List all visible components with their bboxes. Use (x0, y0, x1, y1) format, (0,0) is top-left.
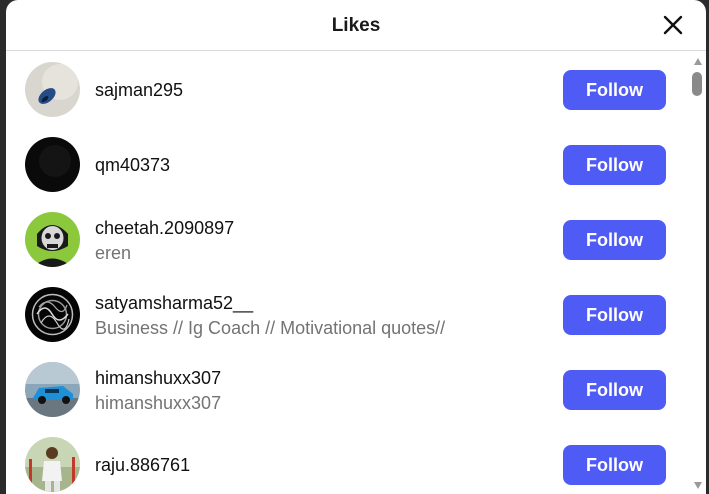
username[interactable]: himanshuxx307 (95, 368, 221, 389)
avatar[interactable] (25, 62, 80, 117)
username[interactable]: cheetah.2090897 (95, 218, 234, 239)
list-item: qm40373 Follow (6, 127, 690, 202)
dialog-title: Likes (331, 15, 381, 36)
list-item: cheetah.2090897 eren Follow (6, 202, 690, 277)
scroll-up-arrow-icon[interactable] (694, 58, 702, 65)
dialog-header: Likes (6, 0, 706, 51)
likes-list: sajman295 Follow qm40373 Follow cheetah.… (6, 52, 690, 494)
follow-button[interactable]: Follow (563, 70, 666, 110)
list-item: sajman295 Follow (6, 52, 690, 127)
user-subtitle: himanshuxx307 (95, 393, 222, 413)
list-item: raju.886761 Follow (6, 427, 690, 494)
follow-button[interactable]: Follow (563, 445, 666, 485)
follow-button[interactable]: Follow (563, 220, 666, 260)
avatar[interactable] (25, 437, 80, 492)
user-subtitle: Business // Ig Coach // Motivational quo… (95, 318, 446, 338)
follow-button[interactable]: Follow (563, 370, 666, 410)
scrollbar[interactable] (690, 52, 706, 494)
username[interactable]: qm40373 (95, 155, 170, 176)
username[interactable]: sajman295 (95, 80, 183, 101)
likes-dialog: Likes sajman295 Follow qm40373 Follow ch… (6, 0, 706, 494)
close-icon[interactable] (662, 14, 684, 36)
scroll-thumb[interactable] (692, 72, 702, 96)
avatar[interactable] (25, 362, 80, 417)
follow-button[interactable]: Follow (563, 145, 666, 185)
list-item: satyamsharma52__ Business // Ig Coach //… (6, 277, 690, 352)
avatar[interactable] (25, 287, 80, 342)
username[interactable]: raju.886761 (95, 455, 190, 476)
scroll-down-arrow-icon[interactable] (694, 482, 702, 489)
avatar[interactable] (25, 212, 80, 267)
username[interactable]: satyamsharma52__ (95, 293, 253, 314)
follow-button[interactable]: Follow (563, 295, 666, 335)
user-subtitle: eren (95, 243, 132, 263)
list-item: himanshuxx307 himanshuxx307 Follow (6, 352, 690, 427)
avatar[interactable] (25, 137, 80, 192)
